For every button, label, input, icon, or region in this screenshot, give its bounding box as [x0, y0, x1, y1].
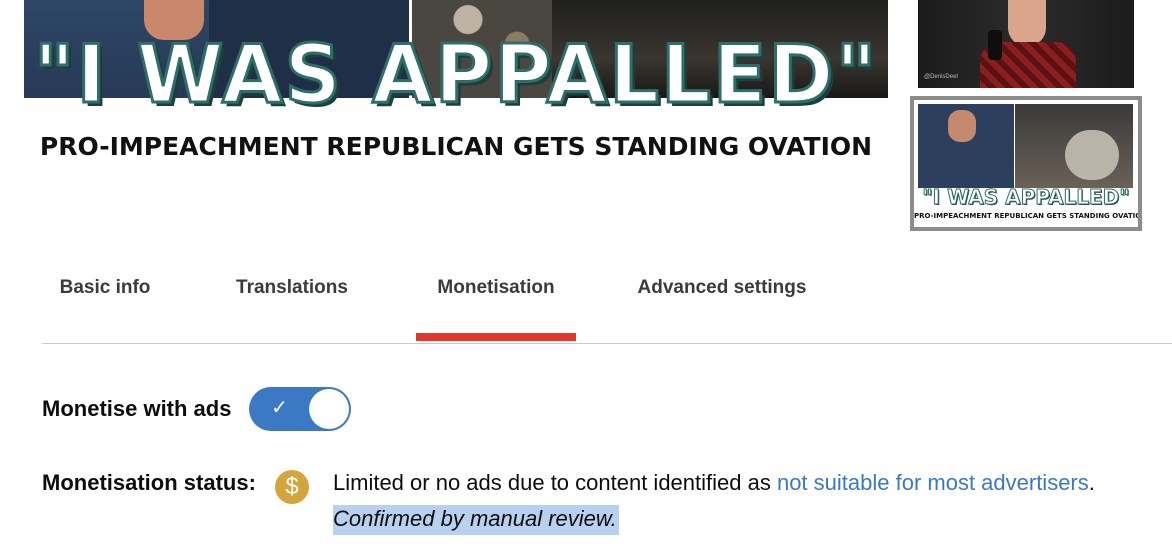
dollar-icon: $: [275, 470, 309, 504]
microphone-icon: [988, 30, 1002, 60]
tab-translations[interactable]: Translations: [212, 244, 372, 331]
check-icon: ✓: [271, 397, 288, 419]
status-text-suffix: .: [1088, 470, 1095, 495]
thumbnail-subheadline: PRO-IMPEACHMENT REPUBLICAN GETS STANDING…: [39, 132, 873, 161]
settings-tabs: Basic info Translations Monetisation Adv…: [42, 255, 1172, 344]
thumbnail-headline: "I WAS APPALLED": [32, 27, 879, 123]
advertiser-guidelines-link[interactable]: not suitable for most advertisers: [777, 470, 1089, 495]
tab-advanced-settings[interactable]: Advanced settings: [620, 244, 824, 331]
status-label: Monetisation status:: [42, 470, 256, 495]
monetise-toggle[interactable]: ✓: [249, 387, 352, 431]
status-text-prefix: Limited or no ads due to content identif…: [333, 470, 777, 495]
toggle-knob: [309, 389, 350, 429]
tab-monetisation[interactable]: Monetisation: [416, 244, 576, 331]
thumbnail-watermark: @DenisDeel: [924, 74, 958, 80]
manual-review-note: Confirmed by manual review.: [333, 505, 619, 535]
main-thumbnail: "I WAS APPALLED" PRO-IMPEACHMENT REPUBLI…: [24, 0, 888, 175]
thumbnail-option-2-selected[interactable]: "I WAS APPALLED" PRO-IMPEACHMENT REPUBLI…: [910, 96, 1142, 231]
monetise-row: Monetise with ads ✓: [42, 386, 352, 432]
thumbnail-option-1[interactable]: @DenisDeel: [918, 0, 1134, 88]
active-tab-indicator: [416, 333, 576, 341]
monetise-label: Monetise with ads: [42, 396, 232, 421]
tab-basic-info[interactable]: Basic info: [42, 244, 168, 331]
thumbnail-option-headline: "I WAS APPALLED": [922, 185, 1130, 210]
status-message: Limited or no ads due to content identif…: [333, 470, 1095, 496]
monetisation-status-row: Monetisation status: $ Limited or no ads…: [42, 466, 1172, 546]
video-details-page: "I WAS APPALLED" PRO-IMPEACHMENT REPUBLI…: [0, 0, 1172, 560]
thumbnail-option-subheadline: PRO-IMPEACHMENT REPUBLICAN GETS STANDING…: [914, 212, 1138, 220]
